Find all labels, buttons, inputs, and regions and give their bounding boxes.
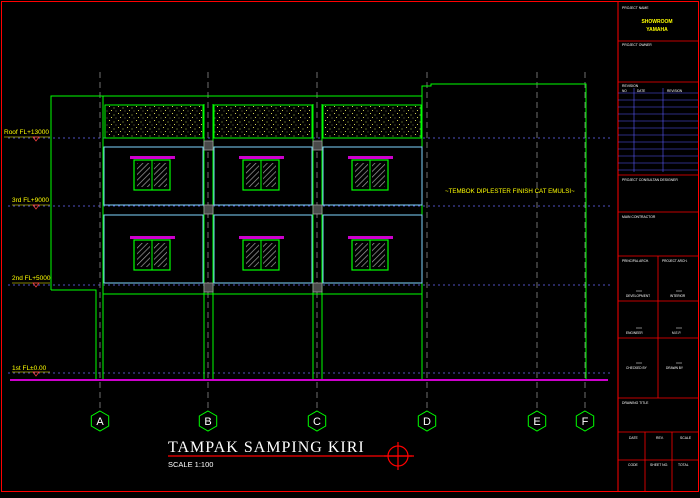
cad-drawing-canvas: Roof FL+13000 3rd FL+9000 2nd FL+5000 1s… bbox=[0, 0, 700, 493]
window bbox=[130, 236, 175, 271]
grid-bubble-a: A bbox=[90, 410, 110, 432]
tb-rev-label: REV. bbox=[656, 436, 664, 440]
window-pane-right bbox=[372, 243, 385, 267]
level-label-2nd: 2nd FL+5000 bbox=[12, 275, 51, 282]
window-pane-right bbox=[372, 163, 385, 187]
tb-development: DEVELOPMENT bbox=[626, 294, 650, 298]
grid-label-e: E bbox=[533, 416, 540, 428]
tb-scale-label: SCALE bbox=[680, 436, 692, 440]
level-label-1st: 1st FL±0.00 bbox=[12, 365, 47, 372]
level-marker-2nd: 2nd FL+5000 bbox=[12, 275, 51, 288]
grid-label-c: C bbox=[313, 416, 321, 428]
window-lintel bbox=[239, 236, 284, 239]
window bbox=[130, 156, 175, 191]
tb-drawing-title-label: DRAWING TITLE bbox=[622, 401, 649, 405]
tb-engineer: ENGINEER bbox=[626, 331, 643, 335]
window bbox=[239, 156, 284, 191]
revision-table: NO DATE REVISION bbox=[618, 88, 698, 172]
window-lintel bbox=[348, 156, 393, 159]
level-label-3rd: 3rd FL+9000 bbox=[12, 197, 49, 204]
window bbox=[348, 236, 393, 271]
tb-mep: M.E.P. bbox=[672, 331, 681, 335]
tb-contractor-label: MAIN CONTRACTOR bbox=[622, 215, 656, 219]
level-markers: Roof FL+13000 3rd FL+9000 2nd FL+5000 1s… bbox=[4, 129, 51, 377]
wall-finish-note: ~TEMBOK DIPLESTER FINISH CAT EMULSI~ bbox=[445, 188, 575, 195]
grid-label-d: D bbox=[423, 416, 431, 428]
tb-total-label: TOTAL bbox=[678, 463, 689, 467]
rev-col-revision: REVISION bbox=[667, 89, 683, 93]
elevation-drawing: Roof FL+13000 3rd FL+9000 2nd FL+5000 1s… bbox=[1, 1, 699, 492]
window-pane-left bbox=[137, 243, 150, 267]
tb-sheet-no-label: SHEET NO. bbox=[650, 463, 668, 467]
grid-label-a: A bbox=[96, 416, 104, 428]
tb-interior: INTERIOR bbox=[670, 294, 686, 298]
grid-bubble-f: F bbox=[575, 410, 595, 432]
tb-project-arch: PROJECT ARCH. bbox=[662, 259, 688, 263]
grid-label-b: B bbox=[204, 416, 211, 428]
grid-bubble-e: E bbox=[527, 410, 547, 432]
grid-bubble-b: B bbox=[198, 410, 218, 432]
level-lines bbox=[8, 137, 612, 374]
rev-col-no: NO bbox=[622, 89, 627, 93]
roof-planter-3 bbox=[322, 104, 422, 139]
grid-bubbles: A B C D E F bbox=[90, 410, 595, 432]
grid-bubble-c: C bbox=[307, 410, 327, 432]
section-symbol-icon bbox=[384, 442, 412, 470]
grid-bubble-d: D bbox=[417, 410, 437, 432]
drawing-scale: SCALE 1:100 bbox=[168, 460, 213, 469]
windows-group bbox=[130, 156, 393, 271]
window-pane-left bbox=[137, 163, 150, 187]
window-lintel bbox=[130, 236, 175, 239]
window-pane-left bbox=[246, 163, 259, 187]
tb-project-name-label: PROJECT NAME bbox=[622, 6, 649, 10]
tb-code-label: CODE bbox=[628, 463, 639, 467]
window-pane-right bbox=[263, 163, 276, 187]
window-lintel bbox=[130, 156, 175, 159]
window-pane-right bbox=[154, 163, 167, 187]
tb-project-name-1: SHOWROOM bbox=[641, 19, 672, 25]
roof-planter-2 bbox=[213, 104, 313, 139]
tb-drawn-by: DRAWN BY bbox=[666, 366, 684, 370]
window-pane-left bbox=[355, 163, 368, 187]
roof-planters bbox=[104, 104, 422, 139]
tb-checked-by: CHECKED BY bbox=[626, 366, 648, 370]
window bbox=[348, 156, 393, 191]
tb-revision-label: REVISION bbox=[622, 84, 639, 88]
building-lower-left bbox=[51, 289, 97, 379]
window-lintel bbox=[239, 156, 284, 159]
roof-planter-1 bbox=[104, 104, 204, 139]
drawing-title: TAMPAK SAMPING KIRI bbox=[168, 439, 365, 456]
rev-col-date: DATE bbox=[637, 89, 645, 93]
tb-project-name-2: YAMAHA bbox=[646, 27, 668, 33]
window-pane-right bbox=[154, 243, 167, 267]
tb-project-owner-label: PROJECT OWNER bbox=[622, 43, 652, 47]
window bbox=[239, 236, 284, 271]
tb-consultant-label: PROJECT CONSULTAN DESIGNER bbox=[622, 178, 678, 182]
level-label-roof: Roof FL+13000 bbox=[4, 129, 49, 136]
grid-label-f: F bbox=[582, 416, 589, 428]
window-pane-left bbox=[355, 243, 368, 267]
level-marker-1st: 1st FL±0.00 bbox=[12, 365, 50, 377]
title-block: PROJECT NAME SHOWROOM YAMAHA PROJECT OWN… bbox=[618, 6, 698, 491]
window-pane-left bbox=[246, 243, 259, 267]
level-marker-roof: Roof FL+13000 bbox=[4, 129, 50, 142]
tb-principal-arch: PRINCIPAL ARCH. bbox=[622, 259, 649, 263]
window-lintel bbox=[348, 236, 393, 239]
window-pane-right bbox=[263, 243, 276, 267]
level-marker-3rd: 3rd FL+9000 bbox=[12, 197, 50, 210]
tb-date-label: DATE bbox=[629, 436, 639, 440]
